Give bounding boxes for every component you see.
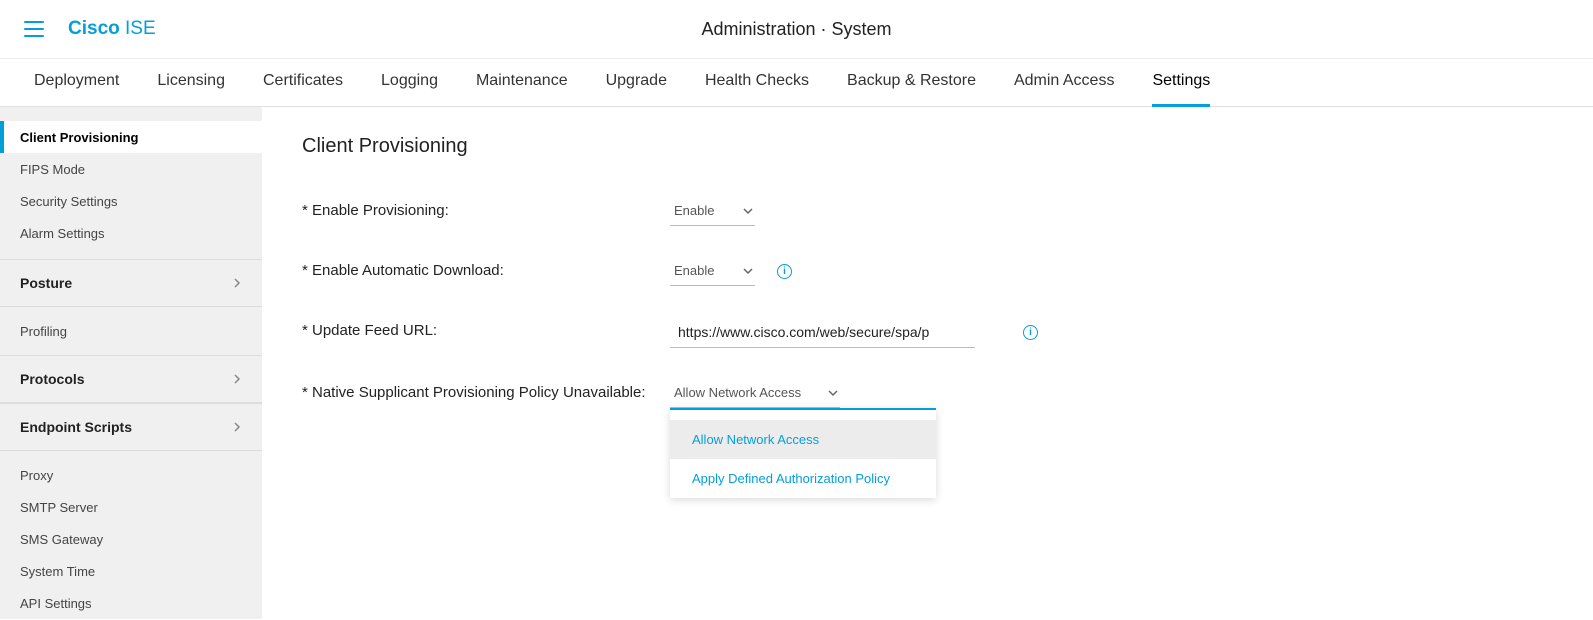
sidebar-item-profiling[interactable]: Profiling — [0, 315, 262, 347]
content-panel: Client Provisioning * Enable Provisionin… — [262, 107, 1593, 619]
row-enable-auto-download: * Enable Automatic Download: Enable i — [302, 256, 1593, 286]
sidebar-group-endpoint-scripts[interactable]: Endpoint Scripts — [0, 403, 262, 451]
select-enable-auto-download-value: Enable — [674, 263, 714, 278]
info-icon[interactable]: i — [1023, 325, 1038, 340]
label-enable-auto-download: * Enable Automatic Download: — [302, 256, 670, 279]
chevron-down-icon — [743, 206, 753, 216]
sidebar-item-proxy[interactable]: Proxy — [0, 459, 262, 491]
tab-deployment[interactable]: Deployment — [34, 59, 119, 107]
sidebar: Client Provisioning FIPS Mode Security S… — [0, 107, 262, 619]
sidebar-item-sms-gateway[interactable]: SMS Gateway — [0, 523, 262, 555]
select-enable-auto-download[interactable]: Enable — [670, 256, 755, 286]
label-feed-url: * Update Feed URL: — [302, 316, 670, 339]
sidebar-item-smtp-server[interactable]: SMTP Server — [0, 491, 262, 523]
tab-health-checks[interactable]: Health Checks — [705, 59, 809, 107]
sidebar-group-posture[interactable]: Posture — [0, 259, 262, 307]
row-enable-provisioning: * Enable Provisioning: Enable — [302, 196, 1593, 226]
select-native-policy-value: Allow Network Access — [674, 385, 801, 400]
dropdown-native-policy: Allow Network Access Apply Defined Autho… — [670, 408, 936, 498]
logo-rest: ISE — [120, 18, 156, 39]
input-feed-url[interactable] — [670, 316, 975, 348]
sidebar-group-endpoint-scripts-label: Endpoint Scripts — [20, 419, 132, 435]
sidebar-group-posture-label: Posture — [20, 275, 72, 291]
tab-upgrade[interactable]: Upgrade — [606, 59, 667, 107]
tab-licensing[interactable]: Licensing — [157, 59, 225, 107]
sidebar-item-alarm-settings[interactable]: Alarm Settings — [0, 217, 262, 249]
chevron-right-icon — [232, 419, 242, 435]
chevron-right-icon — [232, 371, 242, 387]
label-enable-provisioning: * Enable Provisioning: — [302, 196, 670, 219]
info-icon[interactable]: i — [777, 264, 792, 279]
tab-certificates[interactable]: Certificates — [263, 59, 343, 107]
sidebar-item-client-provisioning[interactable]: Client Provisioning — [0, 121, 262, 153]
tab-admin-access[interactable]: Admin Access — [1014, 59, 1114, 107]
sidebar-item-fips-mode[interactable]: FIPS Mode — [0, 153, 262, 185]
select-enable-provisioning-value: Enable — [674, 203, 714, 218]
page-title: Client Provisioning — [302, 135, 1593, 158]
logo-bold: Cisco — [68, 18, 120, 39]
main: Client Provisioning FIPS Mode Security S… — [0, 107, 1593, 619]
label-native-policy: * Native Supplicant Provisioning Policy … — [302, 378, 670, 401]
tab-logging[interactable]: Logging — [381, 59, 438, 107]
breadcrumb: Administration · System — [0, 19, 1593, 40]
sidebar-item-system-time[interactable]: System Time — [0, 555, 262, 587]
dropdown-option-allow-network[interactable]: Allow Network Access — [670, 420, 936, 459]
logo[interactable]: Cisco ISE — [68, 18, 156, 40]
sidebar-item-api-settings[interactable]: API Settings — [0, 587, 262, 619]
chevron-right-icon — [232, 275, 242, 291]
tab-bar: Deployment Licensing Certificates Loggin… — [0, 59, 1593, 107]
sidebar-group-protocols-label: Protocols — [20, 371, 85, 387]
sidebar-item-security-settings[interactable]: Security Settings — [0, 185, 262, 217]
tab-backup-restore[interactable]: Backup & Restore — [847, 59, 976, 107]
select-native-policy[interactable]: Allow Network Access — [670, 378, 840, 408]
row-feed-url: * Update Feed URL: i — [302, 316, 1593, 348]
tab-settings[interactable]: Settings — [1152, 59, 1210, 107]
tab-maintenance[interactable]: Maintenance — [476, 59, 568, 107]
hamburger-menu-icon[interactable] — [24, 21, 44, 37]
row-native-policy: * Native Supplicant Provisioning Policy … — [302, 378, 1593, 408]
chevron-down-icon — [743, 266, 753, 276]
chevron-down-icon — [828, 388, 838, 398]
sidebar-group-protocols[interactable]: Protocols — [0, 355, 262, 403]
select-enable-provisioning[interactable]: Enable — [670, 196, 755, 226]
top-bar: Cisco ISE Administration · System — [0, 0, 1593, 59]
dropdown-option-apply-authz[interactable]: Apply Defined Authorization Policy — [670, 459, 936, 498]
